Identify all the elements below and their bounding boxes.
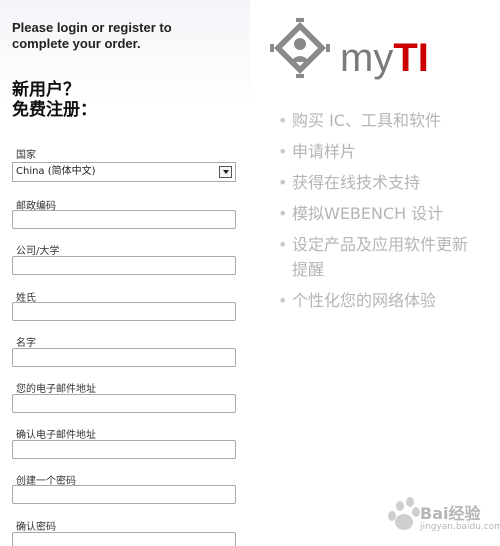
benefits-list: 购买 IC、工具和软件 申请样片 获得在线技术支持 模拟WEBENCH 设计 设…: [278, 108, 483, 319]
firstname-label: 名字: [16, 338, 36, 349]
password-confirm-label: 确认密码: [16, 522, 56, 533]
ti-chip-icon: [270, 18, 330, 78]
logo-my-text: my: [340, 36, 394, 80]
email-field[interactable]: [12, 394, 236, 413]
country-label: 国家: [16, 150, 36, 161]
country-select-value: China (简体中文): [16, 166, 96, 177]
company-label: 公司/大学: [16, 246, 60, 257]
myti-wordmark: myTI: [340, 36, 429, 80]
register-heading-line1: 新用户？: [12, 80, 80, 100]
list-item: 个性化您的网络体验: [278, 288, 483, 313]
country-select[interactable]: China (简体中文): [12, 162, 236, 182]
password-field[interactable]: [12, 485, 236, 504]
list-item: 购买 IC、工具和软件: [278, 108, 483, 133]
email-label: 您的电子邮件地址: [16, 384, 96, 395]
email-confirm-field[interactable]: [12, 440, 236, 459]
postal-code-input[interactable]: [12, 210, 236, 229]
register-heading: 新用户？ 免费注册：: [12, 80, 97, 120]
firstname-input[interactable]: [12, 348, 236, 367]
email-confirm-label: 确认电子邮件地址: [16, 430, 96, 441]
list-item: 设定产品及应用软件更新提醒: [278, 232, 483, 282]
logo-ti-text: TI: [393, 36, 429, 80]
list-item: 获得在线技术支持: [278, 170, 483, 195]
chevron-down-icon[interactable]: [219, 166, 232, 178]
list-item: 申请样片: [278, 139, 483, 164]
list-item: 模拟WEBENCH 设计: [278, 201, 483, 226]
lastname-input[interactable]: [12, 302, 236, 321]
watermark-text: Bai经验: [420, 504, 481, 523]
register-heading-line2: 免费注册：: [12, 100, 97, 120]
login-prompt-line2: complete your order.: [12, 36, 141, 51]
login-prompt: Please login or register to complete you…: [12, 20, 212, 52]
login-prompt-line1: Please login or register to: [12, 20, 172, 35]
watermark-url: jingyan.baidu.com: [420, 522, 500, 532]
company-input[interactable]: [12, 256, 236, 275]
password-confirm-field[interactable]: [12, 532, 236, 546]
